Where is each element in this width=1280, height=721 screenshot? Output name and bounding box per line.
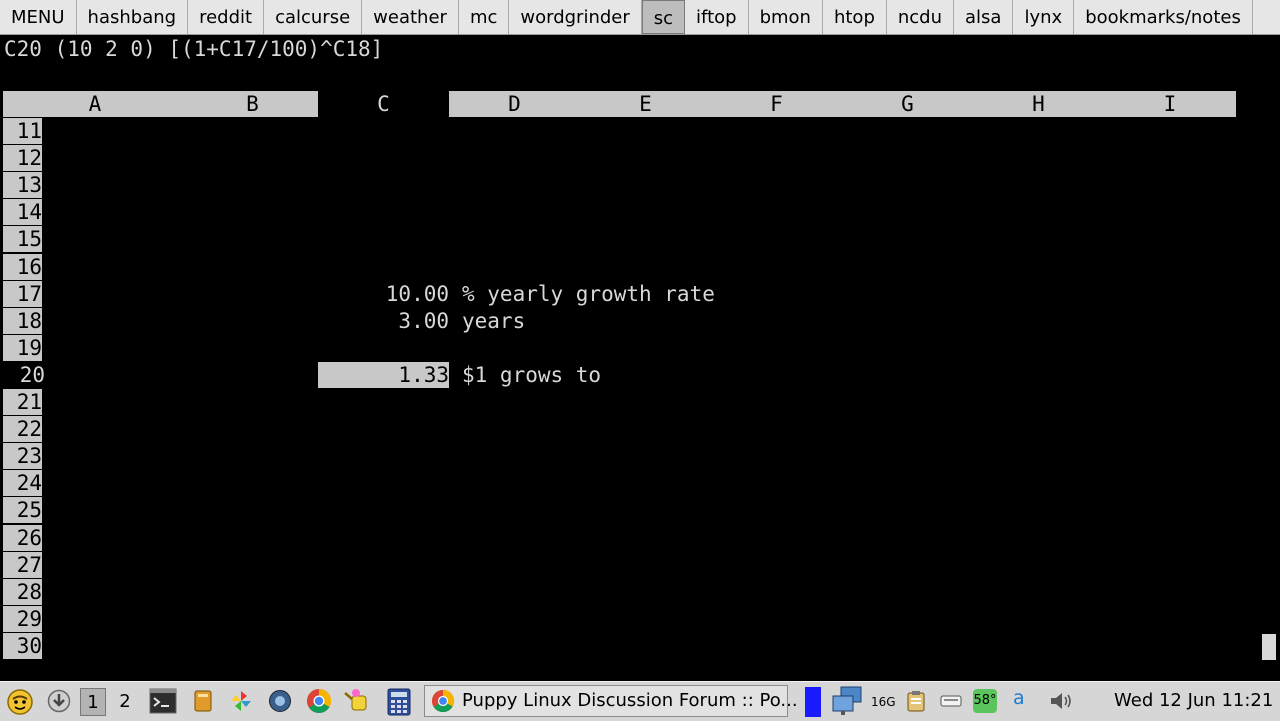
volume-icon[interactable] bbox=[1048, 690, 1074, 712]
tab-reddit[interactable]: reddit bbox=[188, 0, 265, 34]
row-number-18: 18 bbox=[3, 307, 42, 334]
cell-d17-label[interactable]: % yearly growth rate bbox=[462, 281, 715, 307]
desktop-1-button[interactable]: 1 bbox=[80, 688, 106, 716]
network-icon[interactable] bbox=[831, 686, 863, 716]
keyboard-icon[interactable] bbox=[940, 694, 962, 708]
tab-hashbang[interactable]: hashbang bbox=[77, 0, 189, 34]
row-number-26: 26 bbox=[3, 524, 42, 551]
desktop-2-button[interactable]: 2 bbox=[114, 688, 136, 716]
tab-weather[interactable]: weather bbox=[362, 0, 459, 34]
column-header-c: C bbox=[318, 91, 449, 117]
globe-icon[interactable] bbox=[268, 689, 292, 713]
row-number-24: 24 bbox=[3, 470, 42, 497]
column-header-f: F bbox=[711, 91, 842, 117]
row-number-30: 30 bbox=[3, 632, 42, 659]
watering-can-icon[interactable] bbox=[343, 687, 373, 715]
row-number-11: 11 bbox=[3, 118, 42, 144]
row-number-14: 14 bbox=[3, 199, 42, 226]
tab-sc[interactable]: sc bbox=[641, 0, 686, 34]
column-header-i: I bbox=[1104, 91, 1236, 117]
tab-calcurse[interactable]: calcurse bbox=[264, 0, 363, 34]
terminal-icon[interactable] bbox=[149, 688, 177, 714]
row-number-13: 13 bbox=[3, 172, 42, 199]
column-header-h: H bbox=[973, 91, 1104, 117]
tab-ncdu[interactable]: ncdu bbox=[887, 0, 955, 34]
blue-bar-icon[interactable] bbox=[805, 687, 821, 717]
window-title: Puppy Linux Discussion Forum :: Po... bbox=[462, 690, 798, 711]
cell-d20-label[interactable]: $1 grows to bbox=[462, 362, 601, 388]
disk-free-text: 16G bbox=[871, 695, 896, 709]
cell-c18[interactable]: 3.00 bbox=[318, 308, 449, 334]
row-number-21: 21 bbox=[3, 389, 42, 415]
column-header-e: E bbox=[580, 91, 711, 117]
tab-wordgrinder[interactable]: wordgrinder bbox=[509, 0, 642, 34]
column-header-b: B bbox=[187, 91, 318, 117]
tab-mc[interactable]: mc bbox=[459, 0, 510, 34]
scrollbar-thumb[interactable] bbox=[1262, 634, 1276, 660]
tab-bar: MENU hashbang reddit calcurse weather mc wordg… bbox=[0, 0, 1280, 35]
tab-lynx[interactable]: lynx bbox=[1013, 0, 1075, 34]
tab-htop[interactable]: htop bbox=[823, 0, 887, 34]
puppy-menu-icon[interactable] bbox=[6, 688, 34, 716]
chrome-icon[interactable] bbox=[306, 688, 332, 714]
clock[interactable]: Wed 12 Jun 11:21 bbox=[1114, 682, 1273, 720]
cell-d18-label[interactable]: years bbox=[462, 308, 525, 334]
chrome-window-icon bbox=[431, 689, 455, 713]
column-header-g: G bbox=[842, 91, 973, 117]
tab-bookmarks-notes[interactable]: bookmarks/notes bbox=[1074, 0, 1253, 34]
row-number-28: 28 bbox=[3, 578, 42, 605]
row-number-27: 27 bbox=[3, 551, 42, 578]
row-number-22: 22 bbox=[3, 416, 42, 443]
taskbar-window-button[interactable]: Puppy Linux Discussion Forum :: Po... bbox=[424, 685, 798, 717]
row-number-23: 23 bbox=[3, 443, 42, 470]
cell-c20[interactable]: 1.33 bbox=[318, 361, 449, 388]
file-manager-icon[interactable] bbox=[191, 689, 215, 713]
row-number-25: 25 bbox=[3, 497, 42, 524]
tab-menu[interactable]: MENU bbox=[0, 0, 77, 34]
column-header-a: A bbox=[3, 91, 187, 117]
cell-c17[interactable]: 10.00 bbox=[318, 281, 449, 307]
row-number-15: 15 bbox=[3, 226, 42, 253]
temperature-icon[interactable]: 58° bbox=[973, 689, 997, 713]
row-number-19: 19 bbox=[3, 334, 42, 361]
tab-bmon[interactable]: bmon bbox=[749, 0, 823, 34]
row-number-16: 16 bbox=[3, 253, 42, 280]
tab-alsa[interactable]: alsa bbox=[954, 0, 1014, 34]
text-a-icon[interactable]: a bbox=[1013, 687, 1025, 709]
tab-iftop[interactable]: iftop bbox=[685, 0, 749, 34]
pinwheel-icon[interactable] bbox=[229, 689, 253, 713]
taskbar: 1 2 Puppy Linux Discussion Forum:: Po..… bbox=[0, 681, 1280, 721]
row-number-20: 20 bbox=[3, 361, 45, 388]
formula-line: C20 (10 2 0) [(1+C17/100)^C18] bbox=[4, 37, 384, 61]
row-number-12: 12 bbox=[3, 145, 42, 172]
download-icon[interactable] bbox=[47, 689, 71, 713]
column-header-row: ABCDEFGHI bbox=[3, 91, 1236, 117]
calculator-icon[interactable] bbox=[386, 688, 412, 716]
clipboard-icon[interactable] bbox=[906, 690, 926, 712]
column-header-d: D bbox=[449, 91, 580, 117]
terminal-sc-spreadsheet[interactable]: C20 (10 2 0) [(1+C17/100)^C18] ABCDEFGHI… bbox=[0, 35, 1280, 681]
row-number-29: 29 bbox=[3, 605, 42, 632]
row-number-17: 17 bbox=[3, 280, 42, 307]
